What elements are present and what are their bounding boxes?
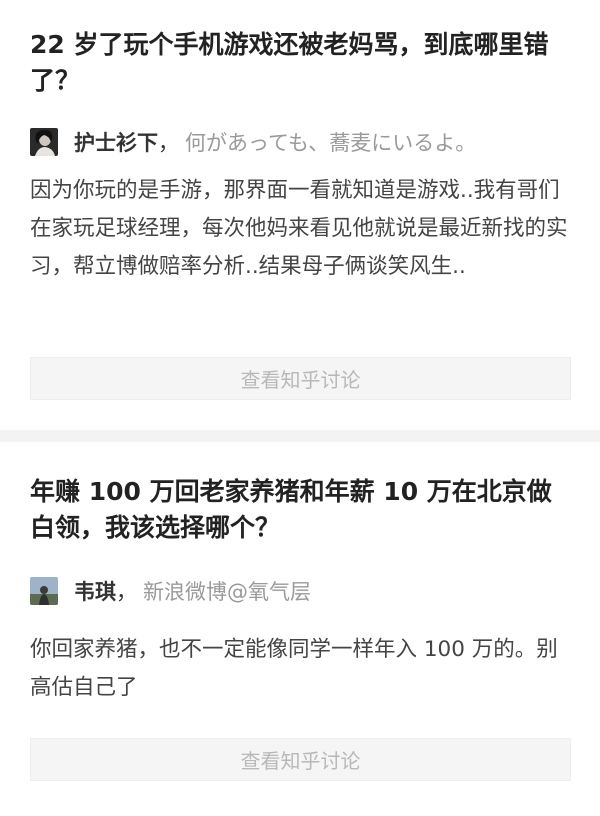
- author-bio: 何があっても、蕎麦にいるよ。: [185, 131, 477, 155]
- author-separator: ，: [158, 131, 179, 155]
- answer-card: 22 岁了玩个手机游戏还被老妈骂，到底哪里错了？ 护士衫下 ， 何があっても、蕎…: [0, 0, 600, 430]
- zhihu-daily-feed: 22 岁了玩个手机游戏还被老妈骂，到底哪里错了？ 护士衫下 ， 何があっても、蕎…: [0, 0, 600, 816]
- view-zhihu-discussion-button[interactable]: 查看知乎讨论: [30, 357, 571, 400]
- author-line: 韦琪 ， 新浪微博@氧气层: [30, 576, 311, 606]
- answer-card: 年赚 100 万回老家养猪和年薪 10 万在北京做白领，我该选择哪个？ 韦琪 ，…: [0, 442, 600, 816]
- question-title[interactable]: 年赚 100 万回老家养猪和年薪 10 万在北京做白领，我该选择哪个？: [30, 474, 570, 546]
- section-divider: [0, 430, 600, 442]
- author-name[interactable]: 韦琪: [74, 576, 116, 606]
- avatar-photo-icon[interactable]: [30, 577, 58, 605]
- author-line: 护士衫下 ， 何があっても、蕎麦にいるよ。: [30, 127, 476, 157]
- author-bio: 新浪微博@氧气层: [143, 580, 311, 604]
- author-separator: ，: [116, 580, 137, 604]
- author-name[interactable]: 护士衫下: [74, 127, 158, 157]
- avatar-photo-icon[interactable]: [30, 128, 58, 156]
- answer-excerpt[interactable]: 你回家养猪，也不一定能像同学一样年入 100 万的。别高估自己了: [30, 631, 575, 707]
- question-title[interactable]: 22 岁了玩个手机游戏还被老妈骂，到底哪里错了？: [30, 27, 570, 99]
- view-zhihu-discussion-button[interactable]: 查看知乎讨论: [30, 738, 571, 781]
- answer-excerpt[interactable]: 因为你玩的是手游，那界面一看就知道是游戏..我有哥们在家玩足球经理，每次他妈来看…: [30, 172, 575, 286]
